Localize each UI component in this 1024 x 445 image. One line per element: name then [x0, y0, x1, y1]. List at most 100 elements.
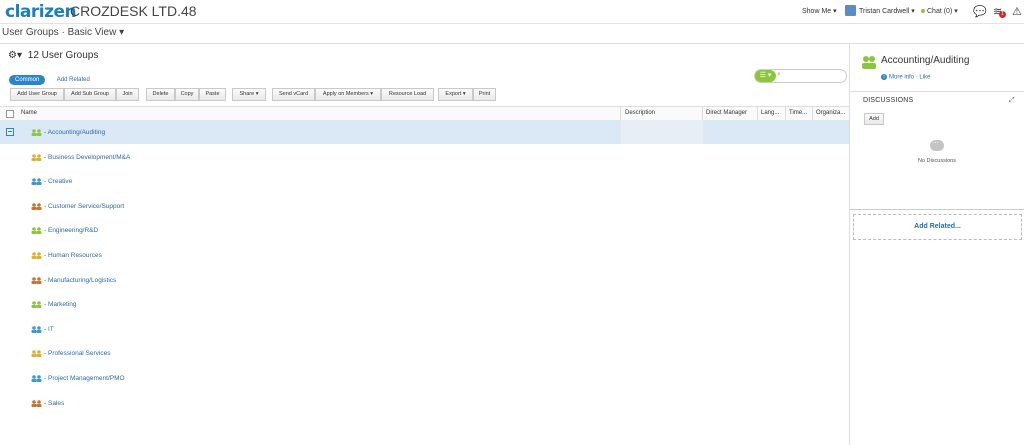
- tabs: Common Add Related: [9, 71, 90, 85]
- column-name[interactable]: Name: [21, 110, 37, 116]
- group-name-label: Engineering/R&D: [47, 227, 99, 235]
- user-group-icon: [31, 399, 42, 407]
- group-name[interactable]: - Human Resources: [31, 252, 102, 259]
- join-button[interactable]: Join: [116, 88, 139, 101]
- table-row[interactable]: - Sales: [0, 391, 849, 415]
- group-name[interactable]: - Sales: [31, 399, 65, 407]
- group-name-label: Marketing: [47, 301, 77, 309]
- table-row[interactable]: - Marketing: [0, 292, 849, 316]
- table-row[interactable]: - Business Development/M&A: [0, 145, 849, 169]
- table-row[interactable]: - Creative: [0, 169, 849, 193]
- group-name-label: Professional Services: [47, 350, 111, 358]
- group-name[interactable]: - Engineering/R&D: [31, 227, 99, 235]
- chat-menu[interactable]: Chat (0) ▾: [921, 7, 958, 15]
- user-group-icon: [31, 375, 42, 382]
- company-name[interactable]: CROZDESK LTD.48: [70, 3, 197, 19]
- info-icon: i: [881, 74, 887, 80]
- table-row[interactable]: - Project Management/PMO: [0, 366, 849, 390]
- column-time[interactable]: Time...: [789, 110, 807, 116]
- table-row[interactable]: - Customer Service/Support: [0, 194, 849, 218]
- search-box[interactable]: ☰ ▾ ⌕: [754, 69, 847, 83]
- group-name-label: Sales: [47, 399, 65, 407]
- column-divider: [757, 107, 758, 120]
- add-user-group-button[interactable]: Add User Group: [10, 88, 64, 101]
- table-row[interactable]: - Accounting/Auditing: [0, 120, 849, 144]
- alert-icon[interactable]: ⚠: [1012, 5, 1022, 18]
- details-panel: Accounting/Auditing i More info · Like DI…: [850, 44, 1024, 445]
- send-vcard-button[interactable]: Send vCard: [272, 88, 315, 101]
- discussion-bubble-icon: [930, 136, 944, 151]
- group-name[interactable]: - IT: [31, 325, 54, 333]
- group-name[interactable]: - Marketing: [31, 301, 77, 308]
- view-bar: User Groups · Basic View ▾: [0, 23, 1024, 44]
- expand-icon[interactable]: ⤢: [1009, 97, 1015, 105]
- selected-description-cell[interactable]: [621, 120, 703, 144]
- grid-header: Name Description Direct Manager Lang... …: [0, 106, 849, 121]
- delete-button[interactable]: Delete: [146, 88, 175, 101]
- apply-on-members-button[interactable]: Apply on Members ▾: [315, 88, 381, 101]
- group-name[interactable]: - Accounting/Auditing: [31, 129, 105, 136]
- filter-icon[interactable]: ☰ ▾: [755, 70, 776, 82]
- add-discussion-button[interactable]: Add: [864, 113, 884, 125]
- show-me-menu[interactable]: Show Me ▾: [802, 7, 837, 15]
- divider: [850, 209, 1024, 210]
- group-name[interactable]: - Project Management/PMO: [31, 375, 125, 382]
- group-name[interactable]: - Customer Service/Support: [31, 202, 125, 211]
- column-organization[interactable]: Organiza...: [816, 110, 845, 116]
- copy-button[interactable]: Copy: [175, 88, 199, 101]
- more-info-link[interactable]: i More info · Like: [881, 74, 930, 81]
- user-group-icon: [31, 227, 42, 235]
- group-name-label: Creative: [47, 178, 73, 186]
- column-direct-manager[interactable]: Direct Manager: [706, 110, 747, 116]
- group-name[interactable]: - Professional Services: [31, 350, 111, 358]
- table-row[interactable]: - Human Resources: [0, 243, 849, 267]
- column-divider: [812, 107, 813, 120]
- group-name-label: Accounting/Auditing: [47, 129, 106, 137]
- top-bar: clarizen CROZDESK LTD.48 Show Me ▾ Trist…: [0, 0, 1024, 24]
- group-name-label: Business Development/M&A: [47, 153, 131, 161]
- user-group-icon: [31, 202, 42, 210]
- column-description[interactable]: Description: [625, 110, 655, 116]
- table-row[interactable]: - Engineering/R&D: [0, 218, 849, 242]
- no-discussions-text: No Discussions: [918, 158, 956, 164]
- export-button[interactable]: Export ▾: [438, 88, 473, 101]
- chat-status-dot: [921, 9, 925, 14]
- user-avatar[interactable]: [845, 5, 856, 16]
- row-collapse-toggle[interactable]: [6, 128, 14, 136]
- table-row[interactable]: - Manufacturing/Logistics: [0, 268, 849, 292]
- user-group-icon: [31, 276, 42, 284]
- gear-icon[interactable]: ⚙▾: [8, 50, 22, 61]
- group-name[interactable]: - Business Development/M&A: [31, 153, 131, 161]
- add-sub-group-button[interactable]: Add Sub Group: [64, 88, 116, 101]
- table-row[interactable]: - Professional Services: [0, 341, 849, 365]
- share-button[interactable]: Share ▾: [232, 88, 266, 101]
- user-group-icon: [31, 178, 42, 186]
- clarizen-logo[interactable]: clarizen: [5, 2, 77, 22]
- user-menu[interactable]: Tristan Cardwell ▾: [859, 7, 915, 15]
- discussions-heading: DISCUSSIONS: [863, 97, 914, 104]
- group-name-label: Human Resources: [47, 252, 102, 260]
- group-name-label: Customer Service/Support: [47, 203, 125, 211]
- notification-badge: 1: [999, 11, 1006, 18]
- discussions-icon[interactable]: 💬: [973, 5, 987, 18]
- tab-common[interactable]: Common: [9, 74, 46, 85]
- tab-add-related[interactable]: Add Related: [57, 77, 90, 83]
- panel-header: ⚙▾ 12 User Groups: [8, 50, 98, 61]
- details-title: Accounting/Auditing: [881, 55, 970, 66]
- add-related-button[interactable]: Add Related...: [853, 214, 1022, 240]
- user-group-icon: [31, 153, 42, 161]
- search-icon: ⌕: [777, 71, 781, 78]
- resource-load-button[interactable]: Resource Load: [381, 88, 434, 101]
- user-group-icon: [31, 350, 42, 358]
- group-name[interactable]: - Manufacturing/Logistics: [31, 276, 116, 284]
- user-group-icon: [31, 129, 42, 136]
- table-row[interactable]: - IT: [0, 317, 849, 341]
- column-divider: [702, 107, 703, 120]
- column-divider: [785, 107, 786, 120]
- print-button[interactable]: Print: [473, 88, 496, 101]
- select-all-checkbox[interactable]: [6, 110, 14, 118]
- group-name[interactable]: - Creative: [31, 178, 72, 185]
- paste-button[interactable]: Paste: [199, 88, 226, 101]
- column-language[interactable]: Lang...: [761, 110, 779, 116]
- view-selector[interactable]: User Groups · Basic View ▾: [2, 27, 124, 38]
